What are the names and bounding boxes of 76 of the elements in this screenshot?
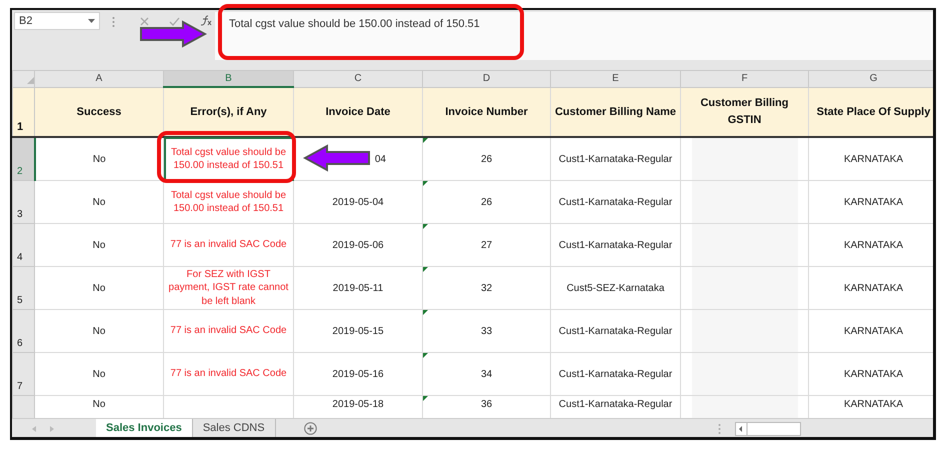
- cell-text: 26: [480, 196, 492, 208]
- error-indicator-icon: [424, 182, 428, 186]
- cell-text: 36: [480, 399, 492, 410]
- table-cell: 2019-05-04: [294, 180, 422, 224]
- table-cell: No: [34, 266, 164, 310]
- error-cell[interactable]: For SEZ with IGST payment, IGST rate cannot be left blank: [164, 266, 294, 310]
- table-cell: Cust1-Karnataka-Regular: [550, 224, 680, 266]
- dropdown-icon[interactable]: [88, 19, 95, 23]
- grip-icon: [112, 17, 115, 27]
- column-header[interactable]: B: [164, 70, 294, 87]
- column-heading: Success: [34, 87, 164, 137]
- table-cell: 2019-05-06: [294, 224, 422, 266]
- column-heading: State Place Of Supply: [808, 87, 933, 137]
- cell-text: 33: [480, 326, 492, 336]
- column-header[interactable]: F: [680, 70, 808, 87]
- table-cell: Cust5-SEZ-Karnataka: [550, 266, 680, 310]
- error-cell[interactable]: 77 is an invalid SAC Code: [164, 310, 294, 352]
- function-icon[interactable]: [200, 15, 212, 26]
- row-header[interactable]: 5: [12, 266, 34, 310]
- column-header[interactable]: D: [422, 70, 550, 87]
- error-indicator-icon: [424, 354, 428, 358]
- add-sheet-icon[interactable]: [304, 422, 317, 435]
- row-header[interactable]: 7: [12, 352, 34, 396]
- cell-reference: B2: [19, 14, 32, 29]
- cell-text: 27: [480, 240, 492, 250]
- table-cell: No: [34, 137, 164, 180]
- error-indicator-icon: [424, 224, 428, 229]
- error-indicator-icon: [424, 310, 428, 315]
- grip-icon: [718, 424, 721, 434]
- row-header[interactable]: 4: [12, 224, 34, 266]
- cancel-icon[interactable]: [140, 17, 149, 26]
- name-box[interactable]: B2: [14, 12, 100, 30]
- table-cell: Cust1-Karnataka-Regular: [550, 137, 680, 180]
- error-indicator-icon: [424, 268, 428, 272]
- pointer-arrow: [303, 144, 371, 172]
- table-cell: Cust1-Karnataka-Regular: [550, 310, 680, 352]
- cell-text: 32: [480, 282, 492, 294]
- row-header[interactable]: 6: [12, 310, 34, 352]
- error-cell[interactable]: Total cgst value should be 150.00 instead of 150.51: [164, 180, 294, 224]
- column-heading: Invoice Number: [422, 87, 550, 137]
- table-cell: 2019-05-15: [294, 310, 422, 352]
- row-header[interactable]: 1: [12, 87, 34, 137]
- cell-text: 34: [480, 368, 492, 380]
- error-indicator-icon: [424, 396, 428, 401]
- table-cell: Cust1-Karnataka-Regular: [550, 352, 680, 396]
- cell-text: 26: [480, 154, 492, 164]
- error-cell[interactable]: 77 is an invalid SAC Code: [164, 224, 294, 266]
- scroll-right-icon[interactable]: [50, 426, 54, 432]
- sheet-tab[interactable]: Sales Invoices: [96, 419, 193, 437]
- formula-bar[interactable]: Total cgst value should be 150.00 instead of 150.51: [215, 12, 933, 60]
- row-header[interactable]: 2: [12, 137, 34, 180]
- column-header[interactable]: G: [808, 70, 933, 87]
- column-header[interactable]: E: [550, 70, 680, 87]
- corner-triangle-icon: [27, 77, 34, 84]
- pointer-arrow: [139, 20, 207, 48]
- check-icon[interactable]: [169, 17, 180, 26]
- error-cell[interactable]: Total cgst value should be 150.00 instead of 150.51: [164, 137, 294, 180]
- table-cell: 2019-05-11: [294, 266, 422, 310]
- table-cell: No: [34, 352, 164, 396]
- table-cell: No: [34, 180, 164, 224]
- error-indicator-icon: [424, 138, 428, 143]
- table-cell: No: [34, 224, 164, 266]
- select-all-corner[interactable]: [12, 70, 34, 87]
- scroll-left-icon[interactable]: [32, 426, 36, 432]
- table-cell: Cust1-Karnataka-Regular: [550, 180, 680, 224]
- column-header[interactable]: C: [294, 70, 422, 87]
- sheet-tab[interactable]: Sales CDNS: [192, 419, 276, 437]
- column-heading: Invoice Date: [294, 87, 422, 137]
- horizontal-scrollbar[interactable]: [734, 422, 801, 436]
- column-heading: Customer Billing GSTIN: [680, 87, 808, 137]
- column-heading: Customer Billing Name: [550, 87, 680, 137]
- error-cell[interactable]: 77 is an invalid SAC Code: [164, 352, 294, 396]
- table-cell: 2019-05-16: [294, 352, 422, 396]
- row-header[interactable]: 3: [12, 180, 34, 224]
- column-header[interactable]: A: [34, 70, 164, 87]
- table-cell: No: [34, 310, 164, 352]
